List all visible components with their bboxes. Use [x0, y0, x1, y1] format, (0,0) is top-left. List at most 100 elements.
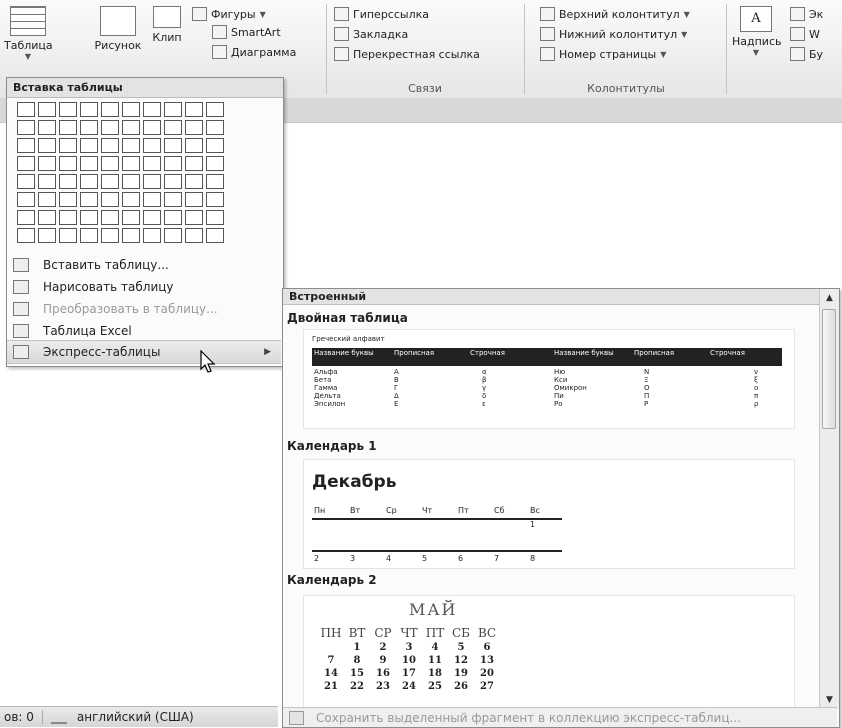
- gallery-scrollbar[interactable]: ▲ ▼: [819, 289, 839, 709]
- grid-cell[interactable]: [80, 228, 98, 243]
- calendar-1-preview[interactable]: Декабрь Пн Вт Ср Чт Пт Сб Вс 1 2 3 4 5 6 7 8: [303, 459, 795, 569]
- grid-cell[interactable]: [59, 228, 77, 243]
- scroll-down-icon[interactable]: ▼: [820, 693, 839, 707]
- grid-cell[interactable]: [122, 156, 140, 171]
- menu-item-excel-table[interactable]: Таблица Excel: [7, 320, 281, 342]
- grid-cell[interactable]: [206, 102, 224, 117]
- grid-cell[interactable]: [38, 174, 56, 189]
- grid-cell[interactable]: [80, 174, 98, 189]
- grid-cell[interactable]: [17, 138, 35, 153]
- grid-cell[interactable]: [80, 138, 98, 153]
- grid-cell[interactable]: [206, 210, 224, 225]
- grid-cell[interactable]: [17, 210, 35, 225]
- clip-button[interactable]: Клип: [150, 6, 184, 44]
- grid-cell[interactable]: [38, 120, 56, 135]
- grid-cell[interactable]: [122, 174, 140, 189]
- page-number-button[interactable]: Номер страницы ▼: [540, 46, 666, 62]
- grid-cell[interactable]: [17, 228, 35, 243]
- grid-cell[interactable]: [164, 174, 182, 189]
- grid-cell[interactable]: [164, 102, 182, 117]
- grid-cell[interactable]: [38, 156, 56, 171]
- grid-cell[interactable]: [143, 192, 161, 207]
- grid-cell[interactable]: [143, 210, 161, 225]
- grid-cell[interactable]: [122, 192, 140, 207]
- grid-cell[interactable]: [101, 102, 119, 117]
- grid-cell[interactable]: [17, 156, 35, 171]
- spellcheck-icon[interactable]: [50, 710, 67, 724]
- grid-cell[interactable]: [122, 210, 140, 225]
- dropcap-button[interactable]: Бу: [790, 46, 823, 62]
- grid-cell[interactable]: [164, 192, 182, 207]
- calendar-2-preview[interactable]: МАЙ ПН ВТ СР ЧТ ПТ СБ ВС 1 2 3 4 5 6 7 8 9 10 11 12 13 14 15 1…: [303, 595, 795, 709]
- grid-cell[interactable]: [59, 138, 77, 153]
- chart-button[interactable]: Диаграмма: [212, 44, 296, 60]
- shapes-button[interactable]: Фигуры ▼: [192, 6, 266, 22]
- grid-cell[interactable]: [17, 102, 35, 117]
- grid-cell[interactable]: [38, 102, 56, 117]
- grid-cell[interactable]: [164, 210, 182, 225]
- grid-cell[interactable]: [38, 192, 56, 207]
- grid-cell[interactable]: [185, 192, 203, 207]
- grid-cell[interactable]: [101, 210, 119, 225]
- grid-cell[interactable]: [101, 174, 119, 189]
- grid-cell[interactable]: [17, 174, 35, 189]
- grid-cell[interactable]: [59, 174, 77, 189]
- grid-cell[interactable]: [206, 228, 224, 243]
- grid-cell[interactable]: [122, 228, 140, 243]
- grid-cell[interactable]: [143, 228, 161, 243]
- grid-cell[interactable]: [185, 102, 203, 117]
- grid-cell[interactable]: [17, 120, 35, 135]
- smartart-button[interactable]: SmartArt: [212, 24, 281, 40]
- hyperlink-button[interactable]: Гиперссылка: [334, 6, 429, 22]
- grid-cell[interactable]: [143, 174, 161, 189]
- wordart-button[interactable]: W: [790, 26, 820, 42]
- grid-cell[interactable]: [143, 156, 161, 171]
- picture-button[interactable]: Рисунок: [92, 6, 144, 52]
- bookmark-button[interactable]: Закладка: [334, 26, 408, 42]
- scroll-up-icon[interactable]: ▲: [820, 291, 839, 305]
- grid-cell[interactable]: [80, 192, 98, 207]
- grid-cell[interactable]: [17, 192, 35, 207]
- scrollbar-thumb[interactable]: [822, 309, 836, 429]
- grid-cell[interactable]: [59, 210, 77, 225]
- grid-cell[interactable]: [80, 102, 98, 117]
- word-count[interactable]: ов: 0: [0, 710, 42, 724]
- grid-cell[interactable]: [122, 138, 140, 153]
- grid-cell[interactable]: [185, 210, 203, 225]
- crossref-button[interactable]: Перекрестная ссылка: [334, 46, 480, 62]
- grid-cell[interactable]: [101, 156, 119, 171]
- grid-cell[interactable]: [59, 120, 77, 135]
- grid-cell[interactable]: [206, 192, 224, 207]
- grid-cell[interactable]: [80, 210, 98, 225]
- grid-cell[interactable]: [101, 192, 119, 207]
- grid-cell[interactable]: [206, 156, 224, 171]
- grid-cell[interactable]: [164, 228, 182, 243]
- grid-cell[interactable]: [143, 138, 161, 153]
- grid-cell[interactable]: [185, 174, 203, 189]
- grid-cell[interactable]: [143, 102, 161, 117]
- menu-item-draw-table[interactable]: Нарисовать таблицу: [7, 276, 281, 298]
- grid-cell[interactable]: [185, 138, 203, 153]
- grid-cell[interactable]: [101, 120, 119, 135]
- grid-cell[interactable]: [101, 138, 119, 153]
- grid-cell[interactable]: [185, 228, 203, 243]
- grid-cell[interactable]: [143, 120, 161, 135]
- grid-cell[interactable]: [185, 120, 203, 135]
- grid-cell[interactable]: [185, 156, 203, 171]
- language-indicator[interactable]: английский (США): [77, 710, 194, 724]
- header-button[interactable]: Верхний колонтитул ▼: [540, 6, 690, 22]
- grid-cell[interactable]: [122, 120, 140, 135]
- grid-cell[interactable]: [206, 120, 224, 135]
- grid-cell[interactable]: [206, 138, 224, 153]
- grid-cell[interactable]: [38, 228, 56, 243]
- grid-cell[interactable]: [122, 102, 140, 117]
- grid-cell[interactable]: [38, 138, 56, 153]
- grid-cell[interactable]: [80, 120, 98, 135]
- menu-item-insert-table[interactable]: Вставить таблицу...: [7, 254, 281, 276]
- grid-cell[interactable]: [164, 156, 182, 171]
- grid-cell[interactable]: [164, 120, 182, 135]
- table-button[interactable]: Таблица ▼: [4, 6, 53, 61]
- quickparts-button[interactable]: Эк: [790, 6, 823, 22]
- footer-button[interactable]: Нижний колонтитул ▼: [540, 26, 687, 42]
- grid-cell[interactable]: [206, 174, 224, 189]
